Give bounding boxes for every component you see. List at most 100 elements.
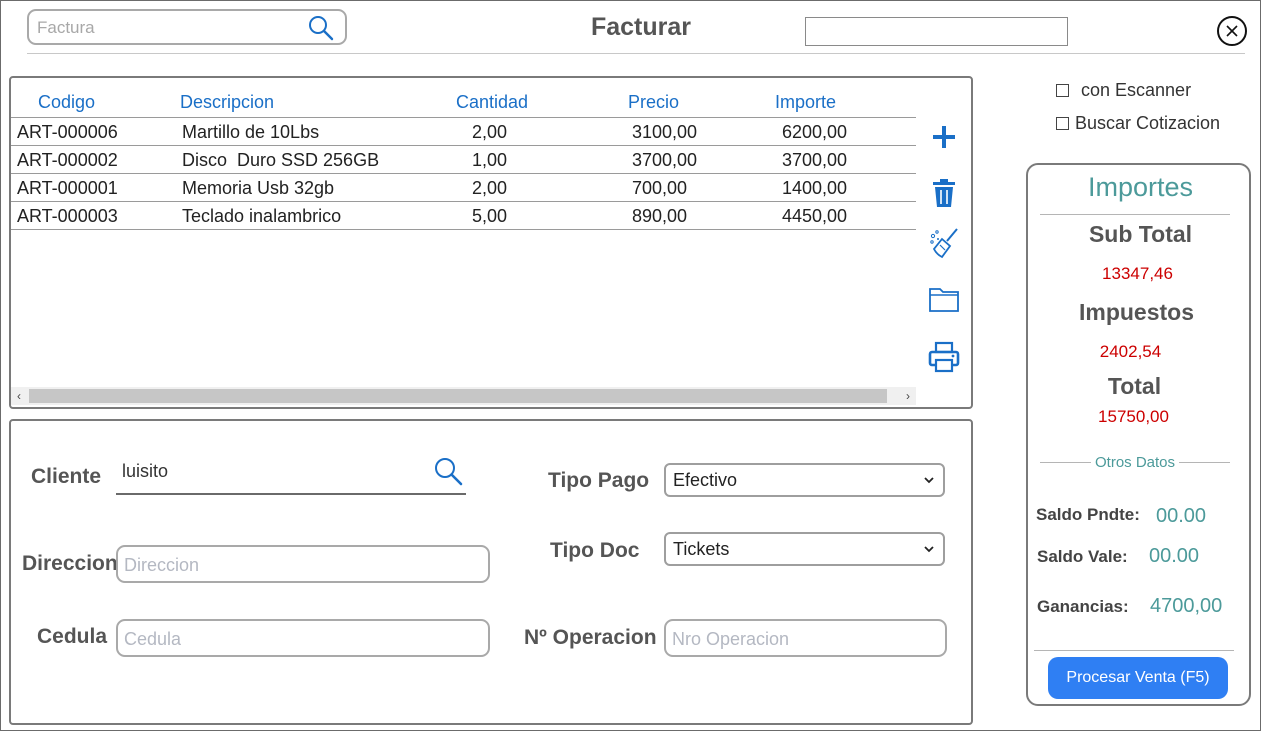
add-icon[interactable] — [931, 124, 957, 150]
search-icon[interactable] — [307, 14, 335, 42]
otros-datos-label: Otros Datos — [1094, 454, 1176, 471]
impuestos-label: Impuestos — [1078, 299, 1195, 325]
trash-icon[interactable] — [931, 178, 957, 208]
scroll-right-arrow[interactable]: › — [900, 387, 916, 405]
scrollbar-thumb[interactable] — [29, 389, 887, 403]
ganancias-label: Ganancias: — [1037, 597, 1129, 616]
saldo-pendiente-value: 00.00 — [1156, 505, 1207, 527]
clear-button[interactable] — [927, 226, 961, 260]
chevron-down-icon[interactable] — [923, 543, 935, 555]
table-row[interactable]: ART-000003 Teclado inalambrico 5,00 890,… — [11, 202, 916, 230]
client-field[interactable] — [116, 451, 466, 495]
totals-divider — [1040, 214, 1230, 215]
cell-codigo: ART-000003 — [17, 206, 118, 226]
otros-datos-divider: Otros Datos — [1040, 454, 1230, 471]
header-divider — [27, 53, 1245, 54]
tipo-doc-select[interactable]: Tickets — [664, 532, 945, 566]
direccion-field[interactable] — [116, 545, 490, 583]
table-row[interactable]: ART-000002 Disco Duro SSD 256GB 1,00 370… — [11, 146, 916, 174]
cedula-field[interactable] — [116, 619, 490, 657]
items-grid: Codigo Descripcion Cantidad Precio Impor… — [9, 76, 973, 409]
totals-panel: Importes Sub Total 13347,46 Impuestos 24… — [1026, 163, 1251, 706]
folder-icon[interactable] — [929, 286, 959, 312]
cotizacion-label: Buscar Cotizacion — [1075, 113, 1221, 133]
page-title: Facturar — [590, 13, 692, 41]
tipo-doc-value: Tickets — [673, 539, 730, 559]
scroll-left-arrow[interactable]: ‹ — [11, 387, 27, 405]
escanner-checkbox[interactable] — [1056, 84, 1069, 97]
facturar-window: Facturar Codigo Descripcion Cantidad Pre… — [0, 0, 1261, 731]
cedula-label: Cedula — [37, 625, 108, 648]
grid-header: Codigo Descripcion Cantidad Precio Impor… — [11, 86, 916, 118]
cell-descripcion: Teclado inalambrico — [182, 206, 342, 226]
print-button[interactable] — [927, 340, 961, 374]
cell-precio: 700,00 — [632, 178, 688, 198]
cell-cantidad: 5,00 — [472, 206, 508, 226]
escanner-label: con Escanner — [1081, 80, 1192, 100]
search-icon[interactable] — [432, 455, 464, 487]
cell-importe: 1400,00 — [782, 178, 848, 198]
column-header-descripcion[interactable]: Descripcion — [180, 92, 274, 113]
cell-codigo: ART-000002 — [17, 150, 118, 170]
column-header-codigo[interactable]: Codigo — [38, 92, 95, 113]
invoice-search-box[interactable] — [27, 9, 347, 45]
client-input[interactable] — [122, 461, 422, 482]
table-row[interactable]: ART-000001 Memoria Usb 32gb 2,00 700,00 … — [11, 174, 916, 202]
cell-importe: 3700,00 — [782, 150, 848, 170]
tipo-pago-value: Efectivo — [673, 470, 738, 490]
cedula-input[interactable] — [124, 629, 457, 650]
tipo-pago-label: Tipo Pago — [548, 469, 650, 492]
open-button[interactable] — [927, 282, 961, 316]
cell-cantidad: 2,00 — [472, 122, 508, 142]
tipo-pago-select[interactable]: Efectivo — [664, 463, 945, 497]
saldo-pendiente-label: Saldo Pndte: — [1036, 505, 1140, 524]
escanner-option[interactable]: con Escanner — [1056, 80, 1191, 101]
top-text-field[interactable] — [805, 17, 1068, 46]
close-button[interactable] — [1217, 16, 1247, 46]
cell-precio: 3100,00 — [632, 122, 698, 142]
saldo-vale-label: Saldo Vale: — [1037, 547, 1128, 566]
column-header-cantidad[interactable]: Cantidad — [456, 92, 528, 113]
cell-cantidad: 1,00 — [472, 150, 508, 170]
add-item-button[interactable] — [927, 120, 961, 154]
cell-descripcion: Disco Duro SSD 256GB — [182, 150, 380, 170]
cotizacion-option[interactable]: Buscar Cotizacion — [1056, 113, 1220, 134]
cell-descripcion: Memoria Usb 32gb — [182, 178, 335, 198]
printer-icon[interactable] — [928, 341, 960, 373]
table-row[interactable]: ART-000006 Martillo de 10Lbs 2,00 3100,0… — [11, 118, 916, 146]
cell-cantidad: 2,00 — [472, 178, 508, 198]
cell-importe: 6200,00 — [782, 122, 848, 142]
direccion-input[interactable] — [124, 555, 457, 576]
cliente-label: Cliente — [31, 465, 102, 488]
procesar-venta-button[interactable]: Procesar Venta (F5) — [1048, 657, 1228, 699]
delete-item-button[interactable] — [927, 176, 961, 210]
cell-codigo: ART-000001 — [17, 178, 118, 198]
direccion-label: Direccion — [22, 552, 118, 575]
horizontal-scrollbar[interactable]: ‹ › — [11, 387, 916, 405]
cell-descripcion: Martillo de 10Lbs — [182, 122, 320, 142]
totals-bottom-divider — [1034, 650, 1234, 651]
customer-form: Cliente Direccion Cedula Tipo Pago Efect… — [9, 419, 973, 725]
total-label: Total — [1107, 373, 1162, 399]
column-header-precio[interactable]: Precio — [628, 92, 679, 113]
total-value: 15750,00 — [1098, 407, 1169, 426]
subtotal-label: Sub Total — [1088, 221, 1193, 247]
tipo-doc-label: Tipo Doc — [550, 539, 640, 562]
close-icon[interactable] — [1225, 24, 1239, 38]
cell-precio: 3700,00 — [632, 150, 698, 170]
broom-icon[interactable] — [928, 227, 960, 259]
subtotal-value: 13347,46 — [1102, 264, 1173, 283]
invoice-search-input[interactable] — [37, 17, 297, 39]
column-header-importe[interactable]: Importe — [775, 92, 836, 113]
cell-codigo: ART-000006 — [17, 122, 118, 142]
ganancias-value: 4700,00 — [1150, 595, 1223, 617]
cell-importe: 4450,00 — [782, 206, 848, 226]
chevron-down-icon[interactable] — [923, 474, 935, 486]
operacion-label: Nº Operacion — [524, 626, 657, 649]
totals-title: Importes — [1087, 172, 1194, 202]
saldo-vale-value: 00.00 — [1149, 545, 1200, 567]
cotizacion-checkbox[interactable] — [1056, 117, 1069, 130]
operacion-input[interactable] — [672, 629, 924, 650]
impuestos-value: 2402,54 — [1099, 342, 1162, 361]
operacion-field[interactable] — [664, 619, 947, 657]
